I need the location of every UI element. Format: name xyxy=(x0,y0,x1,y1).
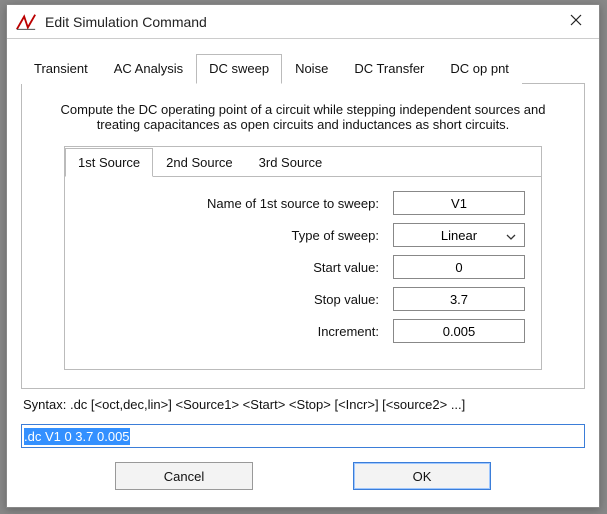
command-input[interactable]: .dc V1 0 3.7 0.005 xyxy=(21,424,585,448)
tab-3rd-source[interactable]: 3rd Source xyxy=(246,148,336,177)
app-icon xyxy=(15,11,37,33)
input-source-name[interactable] xyxy=(393,191,525,215)
cancel-button[interactable]: Cancel xyxy=(115,462,253,490)
source-tabs-container: 1st Source 2nd Source 3rd Source Name of… xyxy=(64,146,542,370)
input-start-value[interactable] xyxy=(393,255,525,279)
tab-dc-sweep[interactable]: DC sweep xyxy=(196,54,282,84)
tab-1st-source[interactable]: 1st Source xyxy=(65,148,153,177)
titlebar: Edit Simulation Command xyxy=(7,5,599,39)
main-tabs: Transient AC Analysis DC sweep Noise DC … xyxy=(21,53,585,84)
tab-noise[interactable]: Noise xyxy=(282,54,341,84)
syntax-hint: Syntax: .dc [<oct,dec,lin>] <Source1> <S… xyxy=(21,389,585,424)
label-stop-value: Stop value: xyxy=(81,292,393,307)
tab-panel-dc-sweep: Compute the DC operating point of a circ… xyxy=(21,84,585,389)
command-input-value: .dc V1 0 3.7 0.005 xyxy=(24,428,130,445)
chevron-down-icon xyxy=(502,228,520,243)
row-sweep-type: Type of sweep: Linear xyxy=(81,223,525,247)
row-start-value: Start value: xyxy=(81,255,525,279)
tab-dc-transfer[interactable]: DC Transfer xyxy=(341,54,437,84)
select-sweep-type-value: Linear xyxy=(398,228,502,243)
label-sweep-type: Type of sweep: xyxy=(81,228,393,243)
source-form: Name of 1st source to sweep: Type of swe… xyxy=(65,177,541,369)
ok-button[interactable]: OK xyxy=(353,462,491,490)
tab-2nd-source[interactable]: 2nd Source xyxy=(153,148,246,177)
label-start-value: Start value: xyxy=(81,260,393,275)
tab-transient[interactable]: Transient xyxy=(21,54,101,84)
input-increment[interactable] xyxy=(393,319,525,343)
label-source-name: Name of 1st source to sweep: xyxy=(81,196,393,211)
dialog-window: Edit Simulation Command Transient AC Ana… xyxy=(6,4,600,508)
row-increment: Increment: xyxy=(81,319,525,343)
tab-dc-op-pnt[interactable]: DC op pnt xyxy=(437,54,522,84)
input-stop-value[interactable] xyxy=(393,287,525,311)
source-tabs: 1st Source 2nd Source 3rd Source xyxy=(65,147,541,177)
row-source-name: Name of 1st source to sweep: xyxy=(81,191,525,215)
close-icon xyxy=(570,13,582,30)
dialog-buttons: Cancel OK xyxy=(21,448,585,498)
dialog-content: Transient AC Analysis DC sweep Noise DC … xyxy=(7,39,599,508)
tab-ac-analysis[interactable]: AC Analysis xyxy=(101,54,196,84)
label-increment: Increment: xyxy=(81,324,393,339)
window-title: Edit Simulation Command xyxy=(45,14,553,30)
description-text: Compute the DC operating point of a circ… xyxy=(40,96,566,146)
close-button[interactable] xyxy=(553,5,599,39)
select-sweep-type[interactable]: Linear xyxy=(393,223,525,247)
row-stop-value: Stop value: xyxy=(81,287,525,311)
